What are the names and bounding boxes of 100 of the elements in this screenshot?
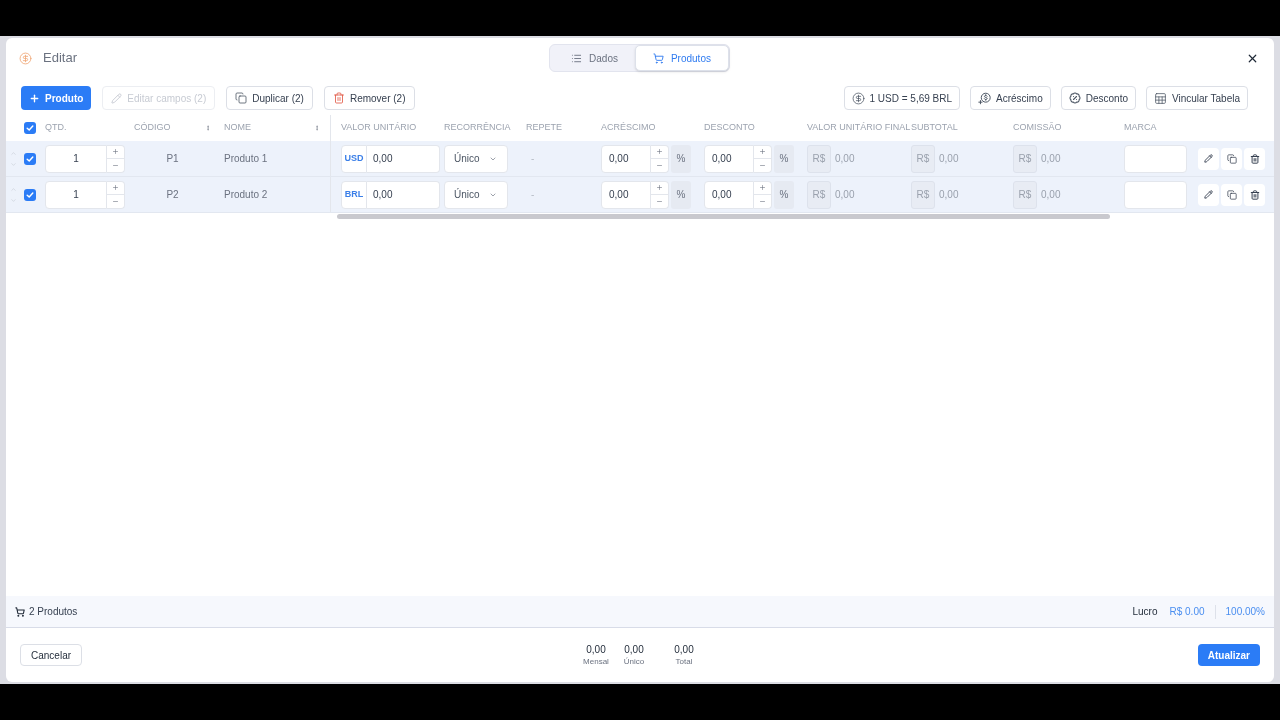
toolbar-button[interactable]: Remover (2) — [323, 86, 415, 110]
column-header: REPETE — [526, 121, 562, 135]
product-code: P2 — [166, 188, 179, 202]
cancel-button[interactable]: Cancelar — [20, 644, 83, 666]
column-header: RECORRÊNCIA — [444, 121, 511, 135]
discount-field[interactable]: 0,00 — [704, 180, 754, 209]
edit-button[interactable] — [1198, 147, 1219, 170]
brand-field[interactable] — [1124, 144, 1187, 173]
total-label: Mensal — [583, 656, 609, 667]
toolbar-button[interactable]: Vincular Tabela — [1146, 86, 1248, 110]
plus-icon — [112, 148, 119, 155]
horizontal-scrollbar[interactable] — [337, 214, 1110, 219]
column-header: QTD. — [45, 121, 67, 135]
column-header: ACRÉSCIMO — [601, 121, 656, 135]
plus-icon — [656, 184, 663, 191]
select-all-checkbox[interactable] — [24, 122, 36, 134]
product-name: Produto 1 — [224, 152, 268, 166]
toolbar-button[interactable]: 1 USD = 5,69 BRL — [843, 86, 961, 110]
edit-button[interactable] — [1198, 183, 1219, 206]
plus-icon — [29, 92, 40, 104]
copy-icon — [235, 92, 248, 104]
subtotal-value: 0,00 — [939, 188, 959, 202]
window-title: Editar — [43, 49, 77, 68]
kebab-menu-icon[interactable] — [314, 123, 320, 133]
product-code: P1 — [166, 152, 179, 166]
quantity-field[interactable]: 1 — [45, 144, 107, 173]
list-icon — [571, 52, 583, 64]
increment-button[interactable] — [754, 144, 772, 159]
currency-prefix: R$ — [911, 144, 935, 173]
check-icon — [26, 190, 34, 199]
toolbar-button[interactable]: Duplicar (2) — [226, 86, 313, 110]
discount-field[interactable]: 0,00 — [704, 144, 754, 173]
delete-button[interactable] — [1244, 183, 1265, 206]
total-value: 0,00 — [624, 643, 644, 656]
update-button[interactable]: Atualizar — [1197, 644, 1260, 666]
surcharge-field[interactable]: 0,00 — [601, 180, 651, 209]
unit-value-field[interactable]: 0,00 — [367, 144, 440, 173]
tab[interactable]: Dados — [554, 45, 635, 71]
check-icon — [26, 154, 34, 163]
increment-button[interactable] — [651, 180, 669, 195]
column-header: DESCONTO — [704, 121, 755, 135]
unit-value-field[interactable]: 0,00 — [367, 180, 440, 209]
currency-prefix: R$ — [807, 180, 831, 209]
currency-prefix[interactable]: BRL — [341, 180, 367, 209]
percent-unit: % — [774, 180, 794, 209]
commission-value: 0,00 — [1041, 188, 1061, 202]
trash-icon — [1249, 153, 1260, 164]
percent-unit: % — [671, 180, 691, 209]
column-header: SUBTOTAL — [911, 121, 958, 135]
increment-button[interactable] — [651, 144, 669, 159]
repeat-value: - — [530, 152, 535, 166]
total-value: 0,00 — [586, 643, 606, 656]
product-count: 2 Produtos — [29, 605, 78, 619]
brand-field[interactable] — [1124, 180, 1187, 209]
total-value: 0,00 — [674, 643, 694, 656]
toolbar-button[interactable]: Acréscimo — [970, 86, 1051, 110]
pencil-icon — [1204, 154, 1213, 163]
check-icon — [26, 124, 34, 132]
toolbar-button[interactable]: Produto — [21, 86, 92, 110]
percent-unit: % — [774, 144, 794, 173]
toolbar-button[interactable]: Desconto — [1060, 86, 1136, 110]
row-checkbox[interactable] — [24, 152, 36, 165]
delete-button[interactable] — [1244, 147, 1265, 170]
plus-icon — [759, 148, 766, 155]
dollar-plus-icon — [978, 91, 992, 105]
increment-button[interactable] — [754, 180, 772, 195]
currency-prefix: R$ — [1013, 144, 1037, 173]
column-header: VALOR UNITÁRIO FINAL — [807, 121, 911, 135]
kebab-menu-icon[interactable] — [205, 123, 211, 133]
tab[interactable]: Produtos — [634, 45, 729, 71]
product-name: Produto 2 — [224, 188, 268, 202]
pencil-icon — [1204, 190, 1213, 199]
plus-icon — [656, 148, 663, 155]
total-label: Total — [675, 656, 693, 667]
currency-prefix[interactable]: USD — [341, 144, 367, 173]
recurrence-select[interactable]: Único — [444, 144, 508, 173]
percent-unit: % — [671, 144, 691, 173]
commission-value: 0,00 — [1041, 152, 1061, 166]
copy-icon — [1226, 189, 1237, 200]
duplicate-button[interactable] — [1221, 147, 1242, 170]
currency-prefix: R$ — [807, 144, 831, 173]
currency-prefix: R$ — [1013, 180, 1037, 209]
increment-button[interactable] — [107, 180, 125, 195]
plus-icon — [759, 184, 766, 191]
duplicate-button[interactable] — [1221, 183, 1242, 206]
plus-icon — [112, 184, 119, 191]
surcharge-field[interactable]: 0,00 — [601, 144, 651, 173]
final-unit-value: 0,00 — [835, 152, 855, 166]
copy-icon — [1226, 153, 1237, 164]
recurrence-select[interactable]: Único — [444, 180, 508, 209]
column-header: COMISSÃO — [1013, 121, 1062, 135]
final-unit-value: 0,00 — [835, 188, 855, 202]
table-icon — [1154, 91, 1167, 105]
quantity-field[interactable]: 1 — [45, 180, 107, 209]
column-header: NOME — [224, 121, 251, 135]
increment-button[interactable] — [107, 144, 125, 159]
percent-badge-icon — [1068, 92, 1081, 104]
cart-icon — [15, 606, 25, 617]
trash-icon — [1249, 189, 1260, 200]
row-checkbox[interactable] — [24, 188, 36, 201]
